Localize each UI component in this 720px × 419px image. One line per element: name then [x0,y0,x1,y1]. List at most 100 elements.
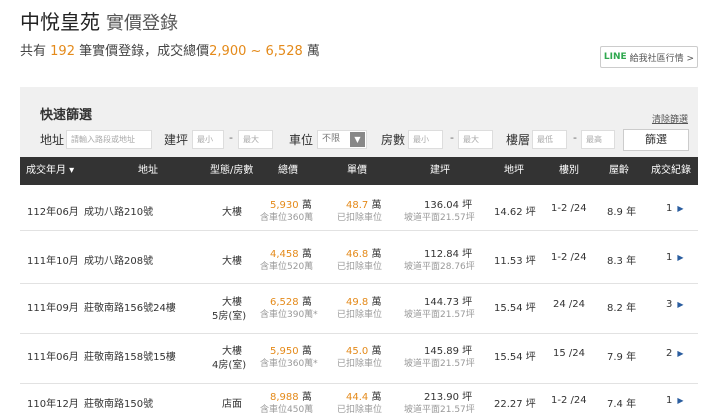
row-records[interactable]: 1 ▶ [666,395,684,406]
row-age: 7.4 年 [607,399,637,410]
row-date: 110年12月 [27,399,79,410]
row-date: 112年06月 [27,207,79,218]
row-rooms: 5房(室) [212,311,247,322]
row-unit-note: 已扣除車位 [337,359,383,369]
row-unit-note: 已扣除車位 [337,310,383,320]
table-header: 成交年月 ▾ 地址 型態/房數 總價 單價 建坪 地坪 樓別 屋齡 成交紀錄 [20,157,698,185]
address-input[interactable]: 請輸入路段或地址 [66,130,152,149]
row-address: 成功八路210號 [84,207,154,218]
row-unit-price: 48.7 萬 [346,196,381,211]
rooms-dash: - [450,131,454,144]
row-type: 大樓 [222,346,242,357]
quick-filter-panel: 快速篩選 清除篩選 地址 請輸入路段或地址 建坪 最小 - 最大 車位 不限 ▼… [20,87,698,157]
row-records[interactable]: 1 ▶ [666,203,684,214]
row-age: 7.9 年 [607,352,637,363]
row-area-note: 坡道平面28.76坪 [404,262,475,272]
row-price: 8,988 萬 [270,388,312,403]
triangle-right-icon: ▶ [677,349,684,358]
floor-label: 樓層 [506,133,531,147]
summary-text: 共有 192 筆實價登錄，成交總價2,900 ~ 6,528 萬 [20,40,320,59]
area-max-input[interactable]: 最大 [238,130,273,149]
row-address: 莊敬南路150號 [84,399,154,410]
row-age: 8.3 年 [607,256,637,267]
row-date: 111年06月 [27,352,79,363]
page-subtitle: 實價登錄 [106,13,178,34]
row-address: 莊敬南路156號24樓 [84,303,176,314]
row-land: 15.54 坪 [494,303,536,314]
rooms-min-input[interactable]: 最小 [408,130,443,149]
row-records-count: 1 [666,395,673,406]
row-price-note: 含車位360萬 [260,213,314,223]
row-records-count: 3 [666,299,673,310]
row-address: 莊敬南路158號15樓 [84,352,176,363]
table-row[interactable]: 110年12月 莊敬南路150號 店面 8,988 萬 含車位450萬 44.4… [20,384,698,419]
area-label: 建坪 [164,133,189,147]
triangle-right-icon: ▶ [677,300,684,309]
row-area: 145.89 坪 [424,346,473,357]
row-price: 6,528 萬 [270,293,312,308]
th-type: 型態/房數 [210,165,254,176]
row-area-note: 坡道平面21.57坪 [404,310,475,320]
floor-max-input[interactable]: 最高 [581,130,615,149]
row-type: 店面 [222,399,242,410]
row-price-note: 含車位450萬 [260,405,314,415]
floor-min-input[interactable]: 最低 [532,130,567,149]
th-land: 地坪 [504,165,524,176]
area-dash: - [229,131,233,144]
line-share-button[interactable]: LINE 給我社區行情 > [600,46,698,68]
row-date: 111年10月 [27,256,79,267]
record-count: 192 [50,44,75,59]
row-land: 14.62 坪 [494,207,536,218]
row-area-note: 坡道平面21.57坪 [404,359,475,369]
row-records[interactable]: 1 ▶ [666,252,684,263]
row-date: 111年09月 [27,303,79,314]
area-min-input[interactable]: 最小 [192,130,224,149]
th-date[interactable]: 成交年月 ▾ [26,157,74,185]
table-row[interactable]: 111年09月 莊敬南路156號24樓 大樓 5房(室) 6,528 萬 含車位… [20,284,698,334]
row-floor: 1-2 /24 [551,395,587,406]
filter-submit-button[interactable]: 篩選 [623,129,689,151]
th-floor: 樓別 [559,165,579,176]
th-unit-price: 單價 [347,165,367,176]
row-age: 8.2 年 [607,303,637,314]
row-unit-price: 49.8 萬 [346,293,381,308]
row-unit-price: 44.4 萬 [346,388,381,403]
row-type: 大樓 [222,256,242,267]
summary-prefix: 共有 [20,44,47,59]
row-type: 大樓 [222,207,242,218]
triangle-right-icon: ▶ [677,253,684,262]
parking-select-value: 不限 [322,134,341,144]
parking-label: 車位 [289,133,314,147]
chevron-down-icon: ▼ [350,132,365,147]
row-records[interactable]: 3 ▶ [666,299,684,310]
th-age: 屋齡 [609,165,629,176]
row-price-note: 含車位390萬* [260,310,318,320]
row-floor: 15 /24 [553,348,585,359]
th-price: 總價 [278,165,298,176]
rooms-label: 房數 [381,133,406,147]
row-area-note: 坡道平面21.57坪 [404,213,475,223]
line-logo: LINE [603,52,627,62]
line-button-label: 給我社區行情 > [629,53,695,64]
row-records-count: 1 [666,203,673,214]
row-records[interactable]: 2 ▶ [666,348,684,359]
rooms-max-input[interactable]: 最大 [458,130,493,149]
summary-mid: 筆實價登錄，成交總價 [79,44,210,59]
parking-select[interactable]: 不限 ▼ [317,130,367,149]
row-type: 大樓 [222,297,242,308]
row-area-note: 坡道平面21.57坪 [404,405,475,415]
table-row[interactable]: 111年06月 莊敬南路158號15樓 大樓 4房(室) 5,950 萬 含車位… [20,334,698,384]
row-unit-price: 46.8 萬 [346,245,381,260]
community-name: 中悅皇苑 [20,10,100,34]
table-row[interactable]: 111年10月 成功八路208號 大樓 4,458 萬 含車位520萬 46.8… [20,231,698,284]
row-unit-price: 45.0 萬 [346,342,381,357]
row-land: 15.54 坪 [494,352,536,363]
clear-filter-link[interactable]: 清除篩選 [652,112,688,125]
row-floor: 1-2 /24 [551,252,587,263]
table-row[interactable]: 112年06月 成功八路210號 大樓 5,930 萬 含車位360萬 48.7… [20,185,698,231]
row-land: 22.27 坪 [494,399,536,410]
row-area: 213.90 坪 [424,392,473,403]
row-unit-note: 已扣除車位 [337,213,383,223]
row-area: 144.73 坪 [424,297,473,308]
row-price-note: 含車位360萬* [260,359,318,369]
